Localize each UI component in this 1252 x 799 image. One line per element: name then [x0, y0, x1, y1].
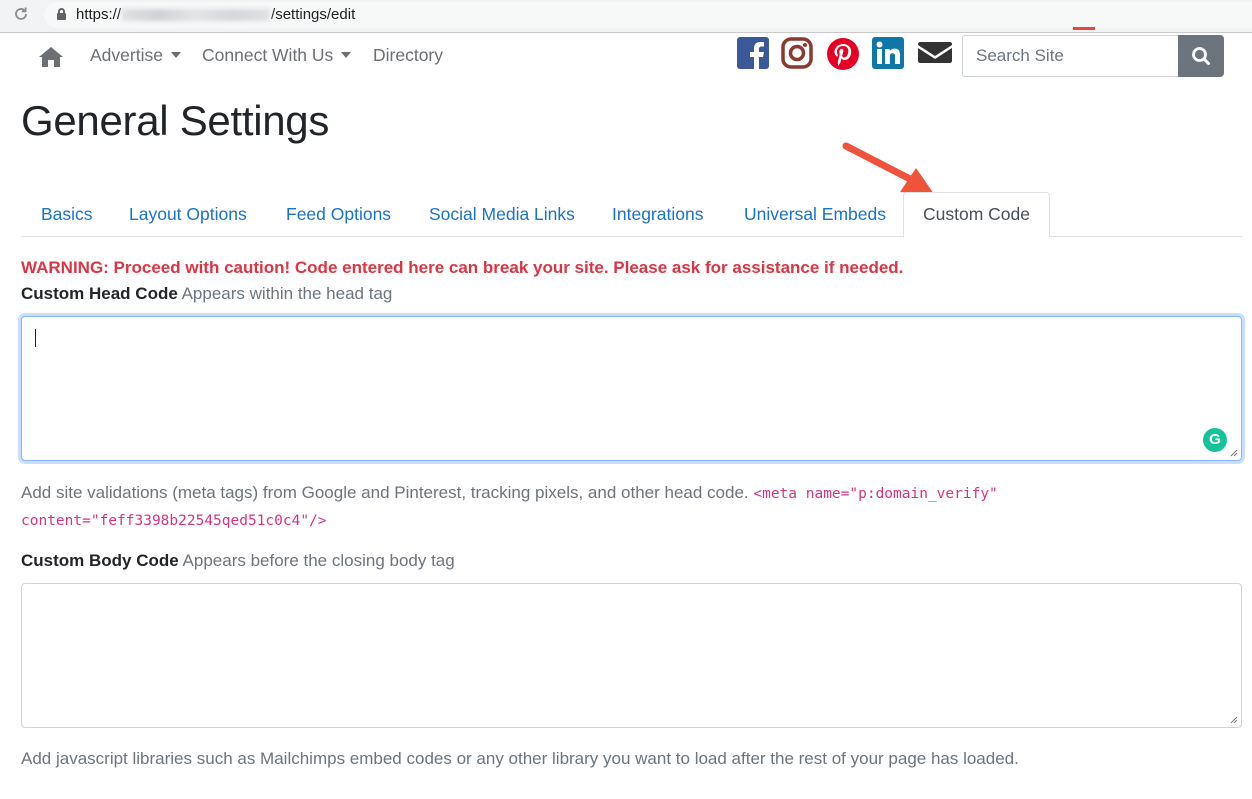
search-input[interactable]	[962, 35, 1179, 77]
extension-indicator	[1073, 27, 1095, 30]
browser-address-bar: https:///settings/edit	[0, 0, 1252, 33]
facebook-icon[interactable]	[737, 37, 771, 71]
tab-integrations[interactable]: Integrations	[592, 192, 723, 237]
page-title: General Settings	[21, 97, 330, 144]
chevron-down-icon	[170, 52, 181, 58]
tab-layout-options[interactable]: Layout Options	[109, 192, 267, 237]
url-field[interactable]: https:///settings/edit	[44, 2, 1252, 28]
url-text: https:///settings/edit	[76, 6, 356, 23]
meta-tag-example: <meta name="p:domain_verify"	[753, 486, 998, 502]
meta-tag-example-content: content="feff3398b22545qed51c0c4"/>	[21, 513, 327, 529]
envelope-icon[interactable]	[917, 37, 955, 71]
tab-basics[interactable]: Basics	[21, 192, 113, 237]
instagram-icon[interactable]	[781, 37, 815, 71]
site-navbar: Advertise Connect With Us Directory	[0, 33, 1252, 83]
tab-universal-embeds[interactable]: Universal Embeds	[724, 192, 906, 237]
pinterest-icon[interactable]	[826, 37, 860, 71]
reload-icon[interactable]	[12, 6, 30, 24]
grammarly-icon[interactable]: G	[1203, 428, 1227, 452]
linkedin-icon[interactable]	[872, 37, 906, 71]
search-icon	[1192, 47, 1210, 65]
lock-icon	[57, 8, 66, 20]
home-icon[interactable]	[38, 46, 64, 68]
head-code-help: Add site validations (meta tags) from Go…	[21, 483, 998, 529]
body-code-label: Custom Body Code Appears before the clos…	[21, 551, 455, 570]
tab-social-media-links[interactable]: Social Media Links	[409, 192, 595, 237]
warning-message: WARNING: Proceed with caution! Code ente…	[21, 258, 904, 277]
tab-custom-code[interactable]: Custom Code	[903, 192, 1050, 238]
body-code-help: Add javascript libraries such as Mailchi…	[21, 749, 1019, 768]
chevron-down-icon	[341, 52, 352, 58]
blurred-domain	[122, 9, 271, 22]
nav-advertise[interactable]: Advertise	[90, 45, 181, 66]
search-button[interactable]	[1178, 35, 1224, 77]
nav-directory[interactable]: Directory	[373, 45, 443, 66]
settings-tabs: Basics Layout Options Feed Options Socia…	[21, 192, 1242, 238]
nav-connect-with-us[interactable]: Connect With Us	[202, 45, 352, 66]
text-caret	[35, 329, 36, 347]
resize-handle-icon[interactable]	[1230, 716, 1238, 724]
resize-handle-icon[interactable]	[1230, 449, 1238, 457]
tab-feed-options[interactable]: Feed Options	[266, 192, 411, 237]
body-code-textarea[interactable]	[21, 583, 1242, 728]
head-code-label: Custom Head Code Appears within the head…	[21, 284, 393, 303]
head-code-textarea[interactable]: G	[21, 316, 1242, 461]
